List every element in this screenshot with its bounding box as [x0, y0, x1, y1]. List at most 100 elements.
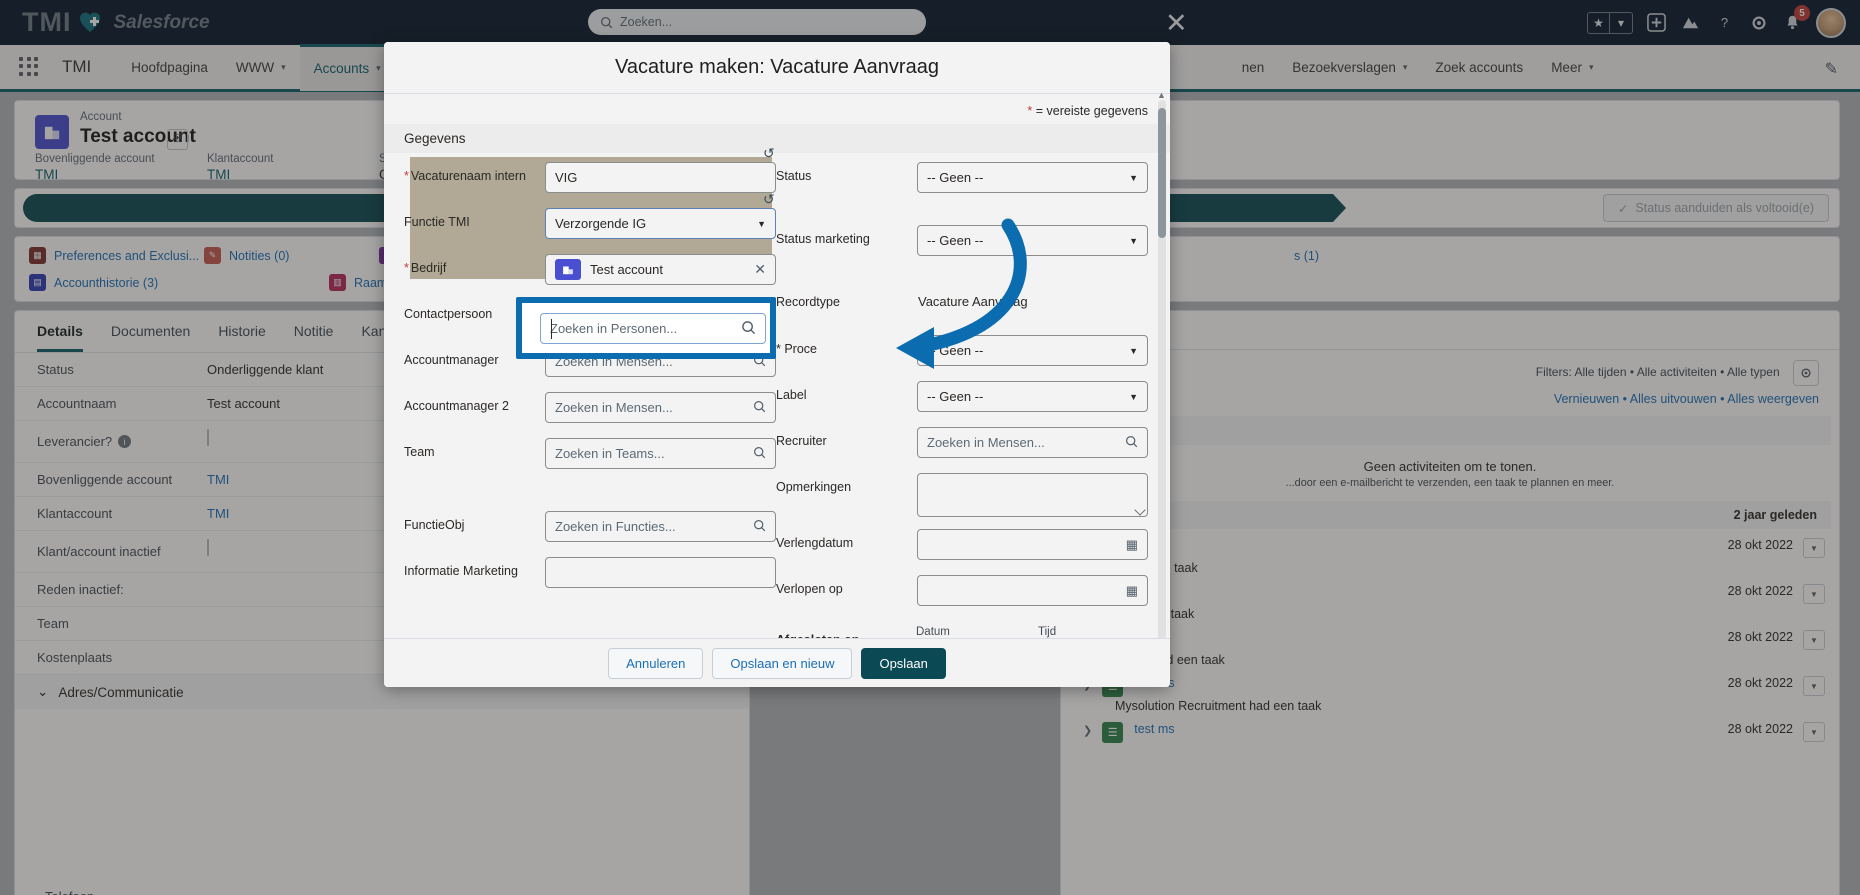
modal-body: * = vereiste gegevens Gegevens *Vacature… [384, 94, 1170, 638]
search-icon [753, 519, 766, 535]
modal-left-column: *Vacaturenaam intern ↺ VIG Functie TMI ↺… [404, 153, 776, 638]
field-control: Datum ▦ Tijd ◷ [916, 626, 1148, 638]
clear-selection-icon[interactable]: ✕ [754, 261, 766, 278]
field-control: ▦ [917, 529, 1148, 560]
field-verlopen-op: Verlopen op ▦ [776, 575, 1148, 612]
label-select[interactable]: -- Geen --▼ [917, 381, 1148, 412]
lookup-placeholder: Zoeken in Mensen... [555, 400, 673, 415]
field-status-marketing: Status marketing -- Geen -- ▼ [776, 225, 1148, 262]
required-asterisk: * [404, 169, 409, 183]
search-icon [1125, 435, 1138, 451]
field-label: Accountmanager 2 [404, 392, 545, 415]
lookup-value: Test account [590, 262, 663, 277]
field-proces: * Proce -- Geen -- ▼ [776, 335, 1148, 372]
scroll-up-arrow-icon[interactable]: ▲ [1157, 90, 1166, 100]
field-label: *Vacaturenaam intern [404, 162, 545, 185]
search-icon [753, 400, 766, 416]
proces-select[interactable]: -- Geen -- ▼ [917, 335, 1148, 366]
save-and-new-button[interactable]: Opslaan en nieuw [712, 648, 852, 679]
search-icon [741, 320, 756, 338]
calendar-icon[interactable]: ▦ [1126, 583, 1138, 599]
field-vacaturenaam-intern: *Vacaturenaam intern ↺ VIG [404, 162, 776, 199]
team-lookup[interactable]: Zoeken in Teams... [545, 438, 776, 469]
field-control: ↺ VIG [545, 162, 776, 193]
cancel-button[interactable]: Annuleren [608, 648, 703, 679]
chevron-down-icon: ▼ [1129, 173, 1138, 183]
required-legend: * = vereiste gegevens [384, 94, 1170, 124]
field-functie-tmi: Functie TMI ↺ Verzorgende IG▼ [404, 208, 776, 245]
field-label: Verlopen op [776, 575, 917, 598]
field-label: * Proce [776, 335, 917, 358]
field-control: Test account ✕ [545, 254, 776, 285]
afgesloten-datum-group: Datum ▦ [916, 626, 1026, 638]
field-label: FunctieObj [404, 511, 545, 534]
opmerkingen-textarea[interactable] [917, 473, 1148, 517]
field-control: ↺ Verzorgende IG▼ [545, 208, 776, 239]
verlengdatum-date-input[interactable]: ▦ [917, 529, 1148, 560]
bedrijf-lookup[interactable]: Test account ✕ [545, 254, 776, 285]
verlopen-op-date-input[interactable]: ▦ [917, 575, 1148, 606]
vacaturenaam-intern-input[interactable]: VIG [545, 162, 776, 193]
field-control: Zoeken in Functies... [545, 511, 776, 542]
required-legend-text: = vereiste gegevens [1032, 104, 1148, 118]
lookup-placeholder: Zoeken in Functies... [555, 519, 676, 534]
recruiter-lookup[interactable]: Zoeken in Mensen... [917, 427, 1148, 458]
field-control [545, 557, 776, 588]
chevron-down-icon: ▼ [757, 219, 766, 229]
accountmanager2-lookup[interactable]: Zoeken in Mensen... [545, 392, 776, 423]
functie-tmi-select[interactable]: Verzorgende IG ▼ [545, 208, 776, 239]
select-value: -- Geen -- [927, 343, 983, 358]
field-label: Opmerkingen [776, 473, 917, 496]
chevron-down-icon: ▼ [1129, 392, 1138, 402]
date-sublabel: Datum [916, 626, 1026, 638]
field-label: Status [776, 162, 917, 185]
field-afgesloten-op: Afgesloten op Datum ▦ Tijd ◷ [776, 626, 1148, 638]
field-label: Functie TMI [404, 208, 545, 231]
field-label: Team [404, 438, 545, 461]
select-value: -- Geen -- [927, 233, 983, 248]
undo-icon[interactable]: ↺ [763, 191, 776, 208]
field-control: -- Geen -- ▼ [917, 225, 1148, 256]
field-control: -- Geen --▼ [917, 381, 1148, 412]
field-label: Verlengdatum [776, 529, 917, 552]
field-control [917, 473, 1148, 517]
field-control: Zoeken in Mensen... [917, 427, 1148, 458]
modal-title: Vacature maken: Vacature Aanvraag [615, 56, 939, 79]
chevron-down-icon: ▼ [1129, 236, 1138, 246]
create-vacature-modal: Vacature maken: Vacature Aanvraag * = ve… [384, 42, 1170, 687]
informatie-marketing-input[interactable] [545, 557, 776, 588]
field-control: -- Geen -- ▼ [917, 162, 1148, 193]
functieobj-lookup[interactable]: Zoeken in Functies... [545, 511, 776, 542]
field-label: Recordtype [776, 288, 918, 311]
modal-footer: Annuleren Opslaan en nieuw Opslaan [384, 638, 1170, 687]
modal-scrollbar[interactable]: ▲ [1158, 100, 1166, 680]
save-button[interactable]: Opslaan [861, 648, 945, 679]
contactpersoon-placeholder: Zoeken in Personen... [550, 321, 677, 336]
field-bedrijf: *Bedrijf Test account ✕ [404, 254, 776, 291]
modal-form-grid: *Vacaturenaam intern ↺ VIG Functie TMI ↺… [384, 153, 1170, 638]
status-select[interactable]: -- Geen -- ▼ [917, 162, 1148, 193]
contactpersoon-search-input[interactable]: Zoeken in Personen... [540, 313, 766, 344]
required-asterisk: * [404, 261, 409, 275]
field-functieobj: FunctieObj Zoeken in Functies... [404, 511, 776, 548]
field-control: Zoeken in Mensen... [545, 392, 776, 423]
chevron-down-icon: ▼ [1129, 346, 1138, 356]
afgesloten-tijd-group: Tijd ◷ [1038, 626, 1148, 638]
select-value: -- Geen -- [927, 170, 983, 185]
field-recruiter: Recruiter Zoeken in Mensen... [776, 427, 1148, 464]
undo-icon[interactable]: ↺ [763, 145, 776, 162]
field-verlengdatum: Verlengdatum ▦ [776, 529, 1148, 566]
text-cursor [551, 319, 552, 339]
field-control: -- Geen -- ▼ [917, 335, 1148, 366]
time-sublabel: Tijd [1038, 626, 1148, 638]
recordtype-value: Vacature Aanvraag [918, 288, 1148, 309]
field-control: Zoeken in Teams... [545, 438, 776, 469]
calendar-icon[interactable]: ▦ [1126, 537, 1138, 553]
select-value: Verzorgende IG [555, 216, 646, 231]
field-label: Status marketing [776, 225, 917, 248]
field-accountmanager-2: Accountmanager 2 Zoeken in Mensen... [404, 392, 776, 429]
field-team: Team Zoeken in Teams... [404, 438, 776, 475]
field-opmerkingen: Opmerkingen [776, 473, 1148, 517]
status-marketing-select[interactable]: -- Geen -- ▼ [917, 225, 1148, 256]
modal-scrollbar-thumb[interactable] [1158, 108, 1166, 238]
